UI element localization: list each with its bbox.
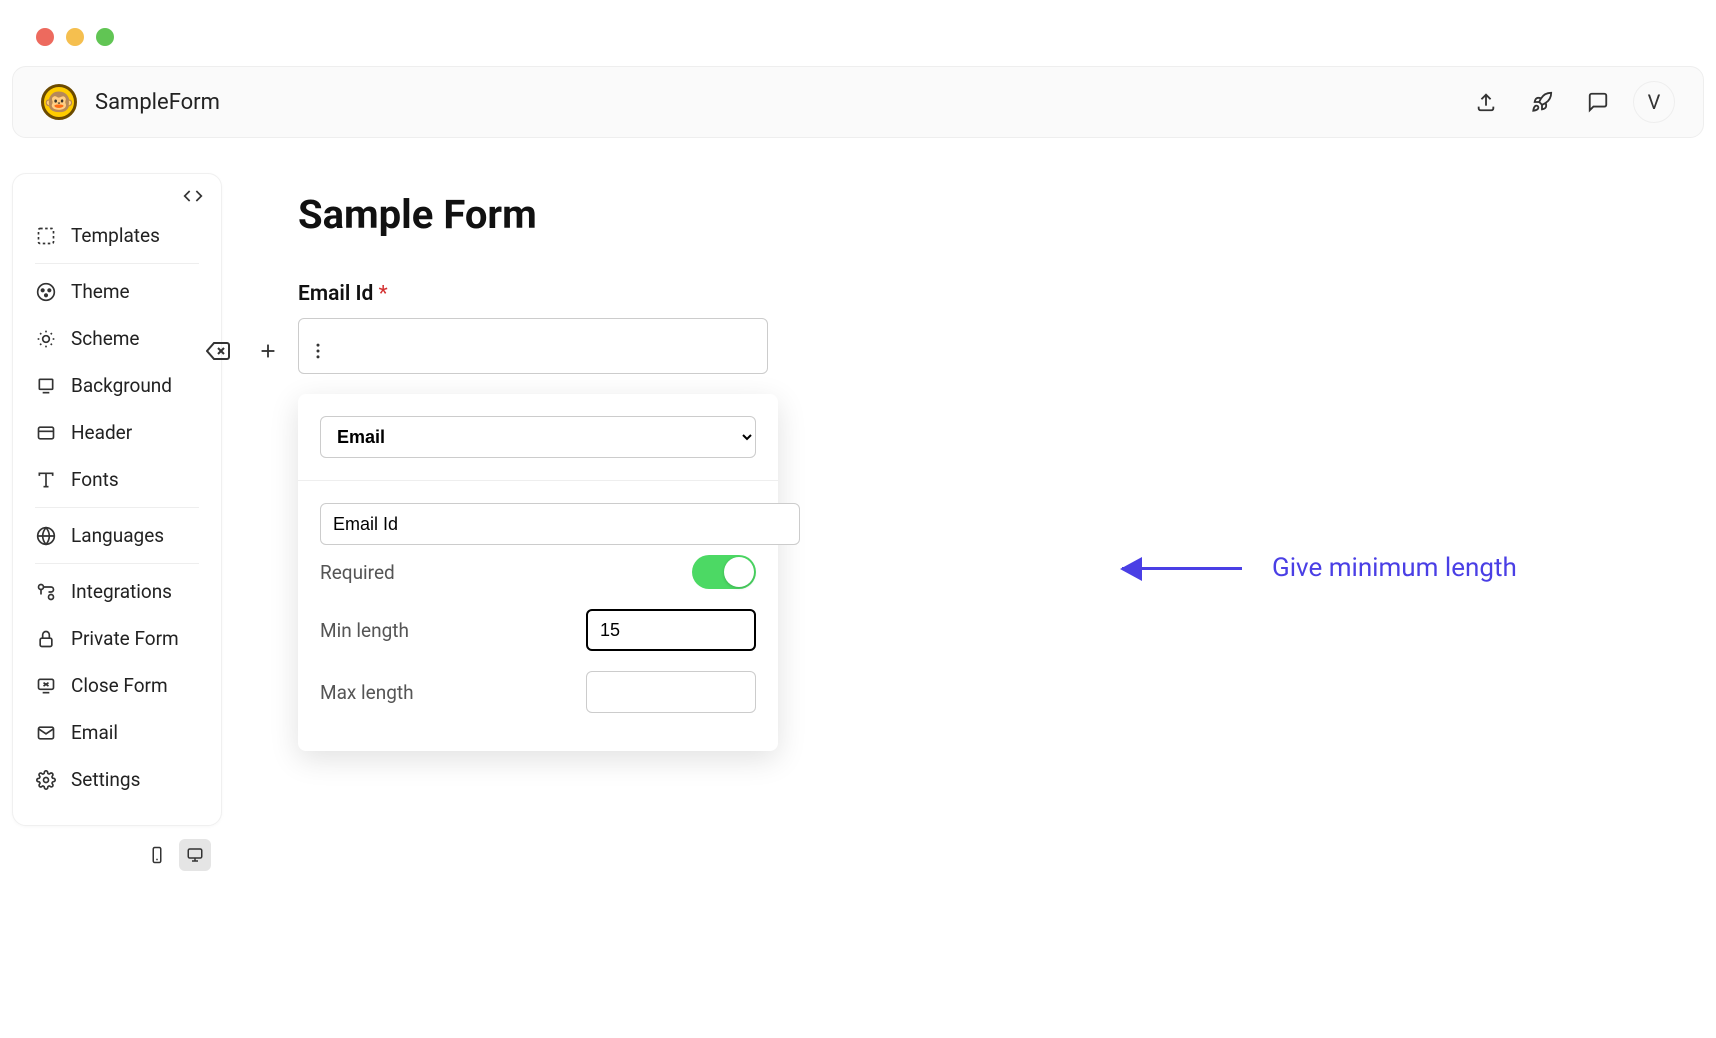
comments-button[interactable] xyxy=(1577,81,1619,123)
max-length-row: Max length xyxy=(298,661,778,723)
topbar-left: SampleForm xyxy=(41,84,220,120)
upload-icon xyxy=(1475,91,1497,113)
sidebar-item-label: Email xyxy=(71,721,118,744)
close-display-icon xyxy=(35,676,57,696)
email-field-input[interactable] xyxy=(298,318,768,374)
workspace: Templates Theme Scheme Background Header xyxy=(0,138,1716,826)
text-icon xyxy=(35,470,57,490)
window-controls xyxy=(0,0,1716,66)
sidebar: Templates Theme Scheme Background Header xyxy=(12,173,222,826)
chat-icon xyxy=(1587,91,1609,113)
mobile-preview-button[interactable] xyxy=(141,839,173,871)
sidebar-item-label: Fonts xyxy=(71,468,119,491)
min-length-label: Min length xyxy=(320,619,409,642)
rocket-icon xyxy=(1531,91,1553,113)
minimize-window-button[interactable] xyxy=(66,28,84,46)
more-vertical-icon xyxy=(308,341,328,361)
background-icon xyxy=(35,376,57,396)
sidebar-item-languages[interactable]: Languages xyxy=(13,512,221,559)
sidebar-item-integrations[interactable]: Integrations xyxy=(13,568,221,615)
sidebar-item-label: Close Form xyxy=(71,674,168,697)
sidebar-item-label: Private Form xyxy=(71,627,179,650)
plus-icon xyxy=(257,340,279,362)
close-window-button[interactable] xyxy=(36,28,54,46)
sidebar-divider xyxy=(35,563,199,564)
form-name: SampleForm xyxy=(95,90,220,115)
code-icon xyxy=(183,186,203,206)
backspace-icon xyxy=(206,339,230,363)
sidebar-item-email[interactable]: Email xyxy=(13,709,221,756)
field-label-text: Email Id xyxy=(298,282,373,306)
field-name-input[interactable] xyxy=(320,503,800,545)
user-avatar[interactable]: V xyxy=(1633,81,1675,123)
header-icon xyxy=(35,423,57,443)
field-name-row xyxy=(320,503,800,545)
arrow-left-icon xyxy=(1122,567,1242,570)
sidebar-item-theme[interactable]: Theme xyxy=(13,268,221,315)
maximize-window-button[interactable] xyxy=(96,28,114,46)
max-length-input[interactable] xyxy=(586,671,756,713)
palette-icon xyxy=(35,282,57,302)
annotation: Give minimum length xyxy=(1122,553,1517,583)
topbar-right: V xyxy=(1465,81,1675,123)
field-row-controls xyxy=(202,335,334,367)
field-group: Email Id * xyxy=(262,282,1704,374)
required-toggle[interactable] xyxy=(692,555,756,589)
gear-icon xyxy=(35,770,57,790)
desktop-preview-button[interactable] xyxy=(179,839,211,871)
upload-button[interactable] xyxy=(1465,81,1507,123)
sidebar-item-private-form[interactable]: Private Form xyxy=(13,615,221,662)
sidebar-item-label: Theme xyxy=(71,280,130,303)
main-area: Sample Form Email Id * Email Required xyxy=(262,173,1704,751)
popover-divider xyxy=(298,480,778,481)
code-view-button[interactable] xyxy=(183,186,203,206)
templates-icon xyxy=(35,226,57,246)
sun-icon xyxy=(35,329,57,349)
globe-icon xyxy=(35,526,57,546)
topbar: SampleForm V xyxy=(12,66,1704,138)
device-preview-toggle xyxy=(133,821,219,871)
add-field-button[interactable] xyxy=(252,335,284,367)
field-more-button[interactable] xyxy=(302,335,334,367)
sidebar-item-fonts[interactable]: Fonts xyxy=(13,456,221,503)
sidebar-item-label: Scheme xyxy=(71,327,140,350)
sidebar-item-label: Settings xyxy=(71,768,140,791)
required-label: Required xyxy=(320,561,395,584)
required-indicator: * xyxy=(379,282,388,306)
sidebar-item-label: Languages xyxy=(71,524,164,547)
sidebar-item-scheme[interactable]: Scheme xyxy=(13,315,221,362)
sidebar-item-label: Templates xyxy=(71,224,160,247)
toggle-knob xyxy=(724,557,754,587)
sidebar-item-close-form[interactable]: Close Form xyxy=(13,662,221,709)
form-title: Sample Form xyxy=(262,191,1704,238)
sidebar-divider xyxy=(35,507,199,508)
publish-button[interactable] xyxy=(1521,81,1563,123)
field-type-select-wrapper: Email xyxy=(320,416,756,458)
field-settings-popover: Email Required Min length Max length xyxy=(298,394,778,751)
field-type-select[interactable]: Email xyxy=(320,416,756,458)
lock-icon xyxy=(35,629,57,649)
min-length-input[interactable] xyxy=(586,609,756,651)
max-length-label: Max length xyxy=(320,681,414,704)
integrations-icon xyxy=(35,582,57,602)
sidebar-item-settings[interactable]: Settings xyxy=(13,756,221,803)
mobile-icon xyxy=(148,846,166,864)
sidebar-item-label: Integrations xyxy=(71,580,172,603)
sidebar-item-label: Background xyxy=(71,374,172,397)
mail-icon xyxy=(35,723,57,743)
field-label: Email Id * xyxy=(298,282,1704,306)
annotation-text: Give minimum length xyxy=(1272,553,1517,583)
min-length-row: Min length xyxy=(298,599,778,661)
sidebar-item-background[interactable]: Background xyxy=(13,362,221,409)
sidebar-divider xyxy=(35,263,199,264)
sidebar-item-header[interactable]: Header xyxy=(13,409,221,456)
sidebar-list: Templates Theme Scheme Background Header xyxy=(13,190,221,803)
sidebar-item-templates[interactable]: Templates xyxy=(13,212,221,259)
desktop-icon xyxy=(186,846,204,864)
sidebar-item-label: Header xyxy=(71,421,132,444)
app-logo xyxy=(41,84,77,120)
delete-field-button[interactable] xyxy=(202,335,234,367)
required-row: Required xyxy=(298,545,778,599)
